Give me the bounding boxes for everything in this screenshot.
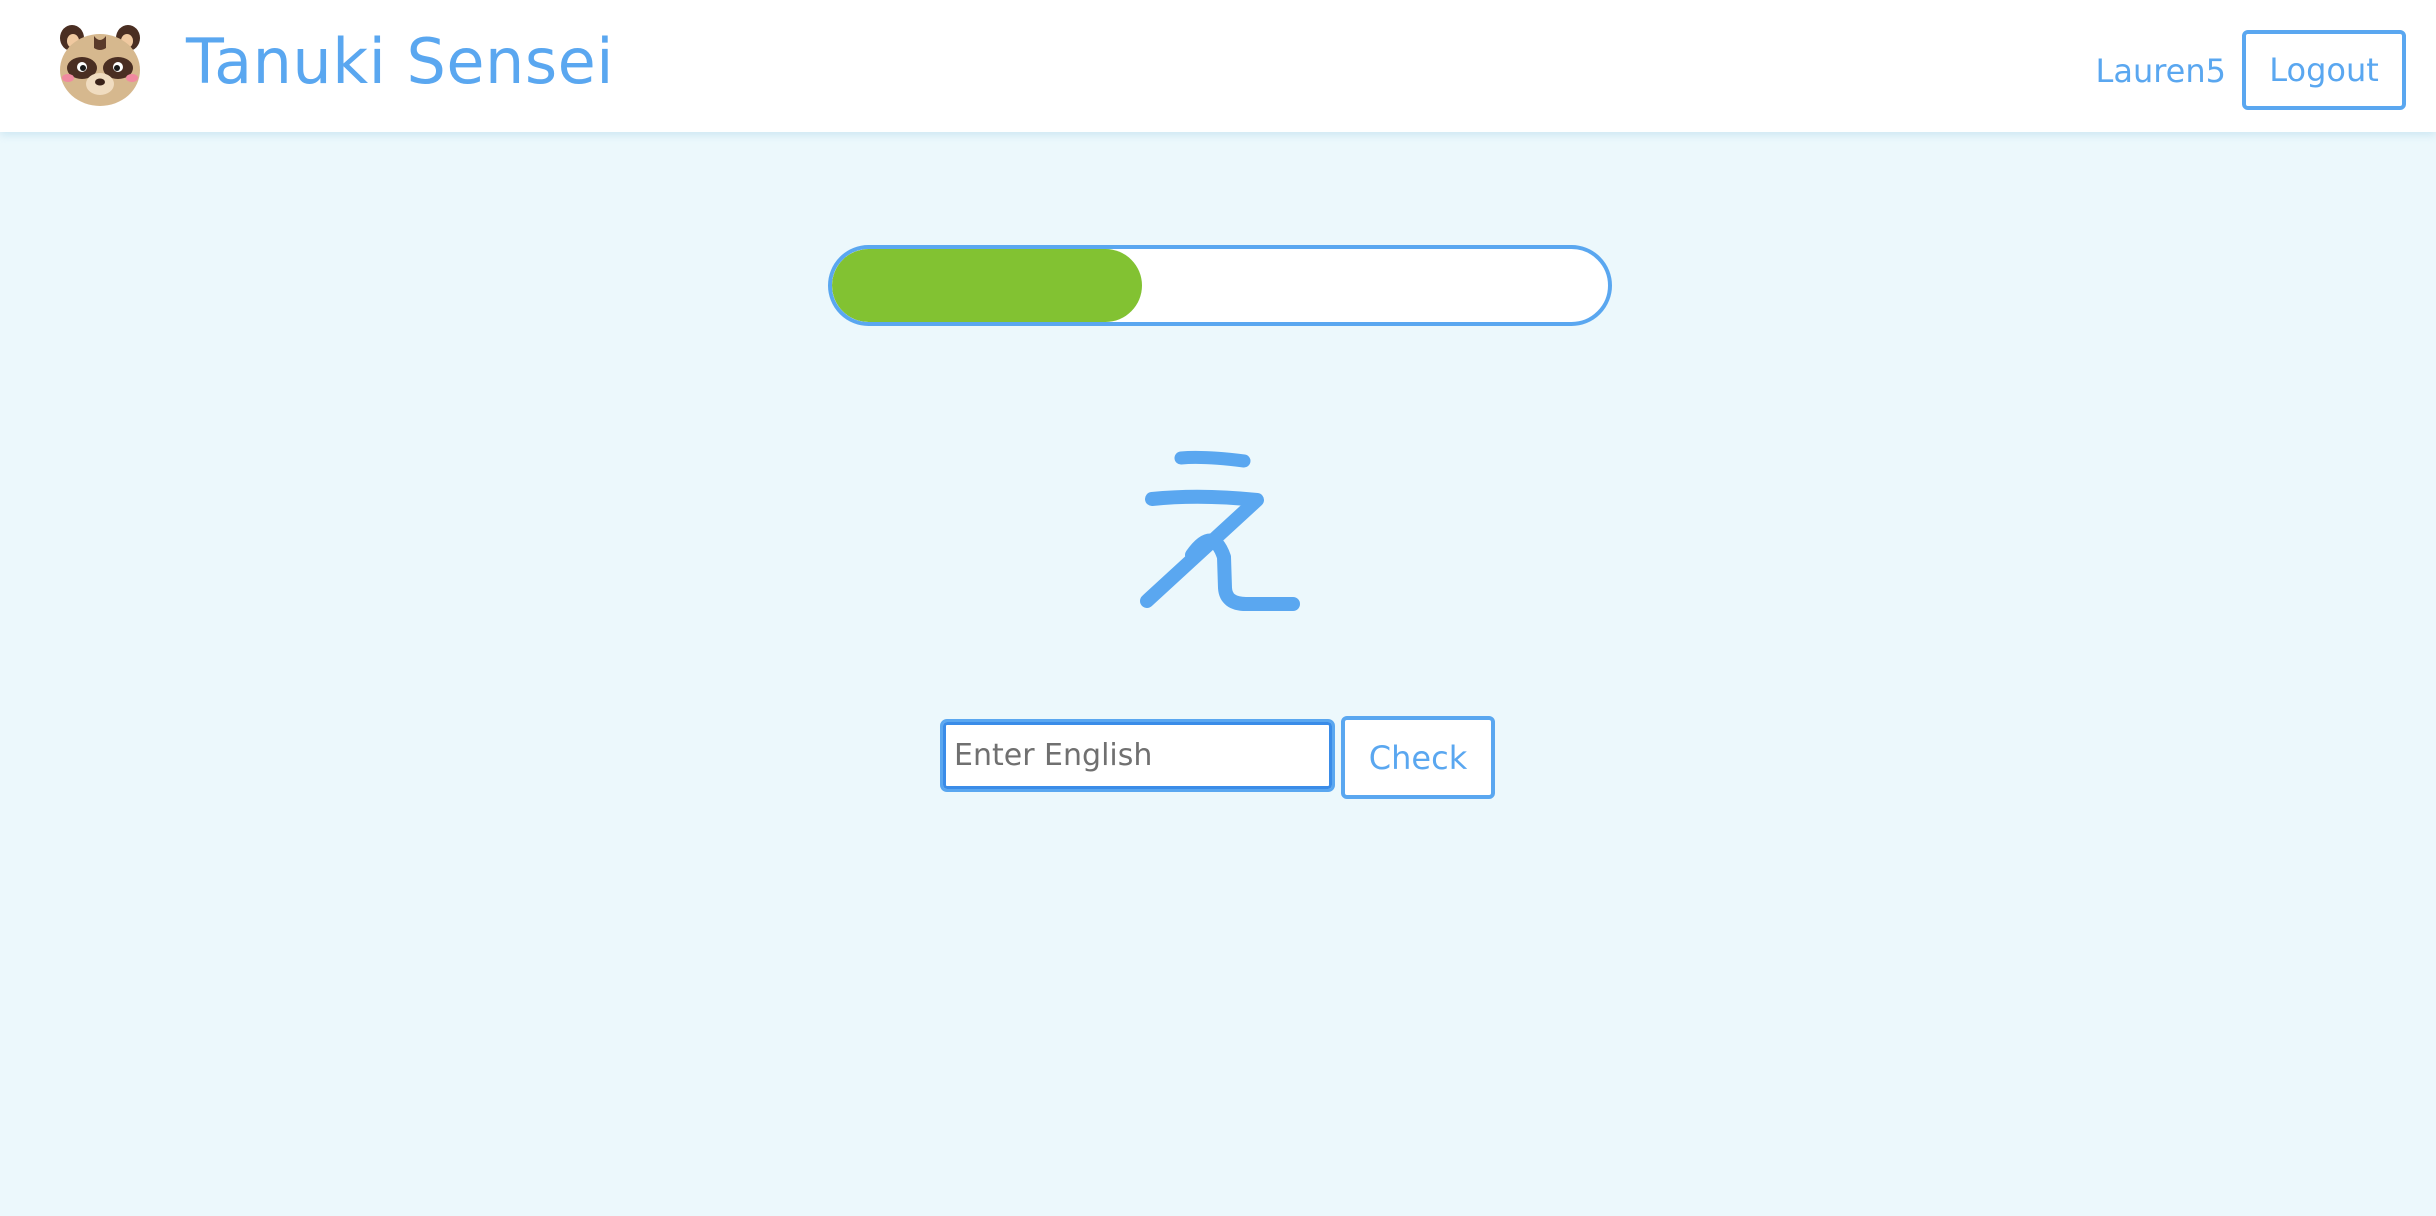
answer-input[interactable] <box>940 719 1335 792</box>
logout-button[interactable]: Logout <box>2242 30 2406 110</box>
tanuki-logo-icon[interactable] <box>56 22 144 108</box>
top-navbar: Tanuki Sensei Lauren5 Logout <box>0 0 2436 132</box>
quiz-progress-bar <box>828 245 1612 326</box>
username-link[interactable]: Lauren5 <box>2096 50 2227 92</box>
check-button[interactable]: Check <box>1341 716 1495 799</box>
app-title[interactable]: Tanuki Sensei <box>186 20 614 104</box>
kana-character: え <box>1140 450 1300 611</box>
quiz-progress-fill <box>832 249 1143 322</box>
